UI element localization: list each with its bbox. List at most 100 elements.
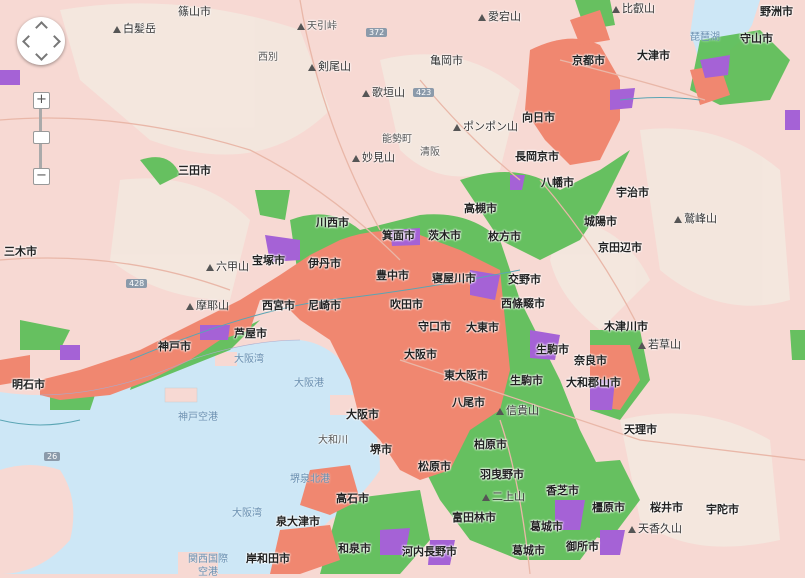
label-port: 大阪港 [294,378,324,389]
mountain-icon [638,341,646,349]
label-sakai: 堺市 [370,443,392,456]
label-sakai-north: 堺泉北港 [290,474,330,485]
label-biwako: 琵琶湖 [690,32,720,43]
pan-control[interactable] [17,17,65,65]
label-yawata: 八幡市 [541,176,574,189]
label-itami: 伊丹市 [308,257,341,270]
label-takaishi: 高石市 [336,492,369,505]
mountain-icon [206,263,214,271]
zoom-out-button[interactable]: − [33,168,50,185]
label-kyoto: 京都市 [572,54,605,67]
label-katano: 交野市 [508,273,541,286]
label-myokenzan: 妙見山 [352,149,395,165]
label-joyo: 城陽市 [584,215,617,228]
label-noseshi: 能勢町 [382,134,412,145]
label-washimine: 鷲峰山 [674,210,717,226]
label-tenri: 天理市 [624,423,657,436]
label-nijosan: 二上山 [482,488,525,504]
mountain-icon [453,123,461,131]
label-miki: 三木市 [4,245,37,258]
label-takarazuka: 宝塚市 [252,254,285,267]
label-atagoyama: 愛宕山 [478,8,521,24]
mountain-icon [308,63,316,71]
label-kizugawa: 木津川市 [604,320,648,333]
route-shield-372: 372 [366,28,388,37]
label-rokkosan: 六甲山 [206,258,249,274]
label-nishinomiya: 西宮市 [262,299,295,312]
label-osaka: 大阪市 [404,348,437,361]
label-kenoyama: 剣尾山 [308,58,351,74]
zoom-in-button[interactable]: + [33,92,50,109]
label-hirakata: 枚方市 [488,230,521,243]
label-kashihara: 橿原市 [592,501,625,514]
mountain-icon [362,89,370,97]
label-osaka-bay-top: 大阪湾 [234,354,264,365]
label-higashiosaka: 東大阪市 [444,369,488,382]
label-kobe: 神戸市 [158,340,191,353]
label-amagasaki: 尼崎市 [308,299,341,312]
label-ponpon: ポンポン山 [453,118,518,134]
label-nagaokakyo: 長岡京市 [515,150,559,163]
label-utanoyama: 歌垣山 [362,84,405,100]
label-akashi: 明石市 [12,378,45,391]
label-yamatokoriyama: 大和郡山市 [566,376,621,389]
mountain-icon [352,154,360,162]
label-hieizan: 比叡山 [612,0,655,16]
mountain-icon [478,13,486,21]
mountain-icon [674,215,682,223]
label-nishibetsu: 西別 [258,52,278,63]
label-sakurai: 桜井市 [650,501,683,514]
label-habikino: 羽曳野市 [480,468,524,481]
label-kishiwada: 岸和田市 [246,552,290,565]
label-katsuragi: 葛城市 [530,520,563,533]
label-otsu: 大津市 [637,49,670,62]
label-izumi: 和泉市 [338,542,371,555]
route-shield-26: 26 [44,452,61,461]
label-kiyokiyo: 清阪 [420,147,440,158]
label-daito: 大東市 [466,321,499,334]
mountain-icon [496,407,504,415]
label-shirawa: 白髪岳 [113,20,156,36]
label-ibaraki: 茨木市 [428,229,461,242]
label-yao: 八尾市 [452,396,485,409]
label-kanku2: 空港 [198,567,218,578]
label-kashiwara: 柏原市 [474,438,507,451]
pan-down-icon[interactable] [35,48,48,61]
label-neyagawa: 寝屋川市 [432,272,476,285]
route-shield-423: 423 [413,88,435,97]
mountain-icon [612,5,620,13]
label-makayasan: 摩耶山 [186,297,229,313]
label-shijonawate: 西條畷市 [501,297,545,310]
label-osaka2: 大阪市 [346,408,379,421]
label-kameoka: 亀岡市 [430,54,463,67]
label-kyotanabe: 京田辺市 [598,241,642,254]
label-ikoma: 生駒市 [536,343,569,356]
label-moriguchi: 守口市 [418,320,451,333]
label-kawanishi: 川西市 [316,216,349,229]
label-gose: 御所市 [566,540,599,553]
label-sasayama: 篠山市 [178,5,211,18]
label-kobe-airport: 神戸空港 [178,412,218,423]
label-yamato-river: 大和川 [318,435,348,446]
label-katsuragi2: 葛城市 [512,544,545,557]
label-izumiotsu: 泉大津市 [276,515,320,528]
label-minoh: 箕面市 [382,229,415,242]
route-shield-428: 428 [126,279,148,288]
pan-left-icon[interactable] [22,35,35,48]
mountain-icon [113,25,121,33]
label-wakakusa: 若草山 [638,336,681,352]
label-ikoma2: 生駒市 [510,374,543,387]
label-sanda: 三田市 [178,164,211,177]
pan-right-icon[interactable] [48,35,61,48]
label-tondabayashi: 富田林市 [452,511,496,524]
label-ashiya: 芦屋市 [234,327,267,340]
label-tengurin: 天引峠 [297,17,337,32]
label-nara: 奈良市 [574,354,607,367]
label-amakura: 天香久山 [628,520,682,536]
label-matsubara: 松原市 [418,460,451,473]
mountain-icon [297,22,305,30]
pan-up-icon[interactable] [35,21,48,34]
zoom-slider-handle[interactable] [33,131,50,144]
label-yasu: 野洲市 [760,5,793,18]
label-suita: 吹田市 [390,298,423,311]
